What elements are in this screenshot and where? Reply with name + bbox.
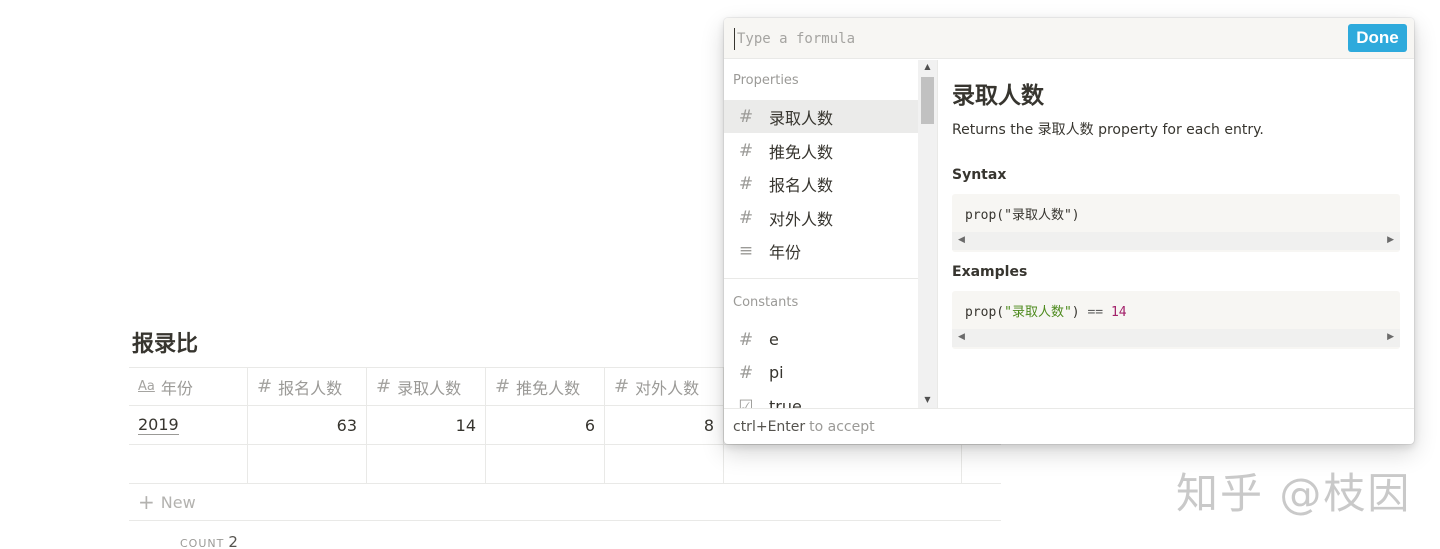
list-item-constant[interactable]: ☑ true	[724, 390, 918, 409]
cell-exempted[interactable]: 6	[486, 406, 605, 444]
list-item-label: 报名人数	[769, 175, 834, 195]
number-icon: #	[738, 207, 754, 228]
scroll-right-arrow-icon[interactable]: ▶	[1387, 332, 1394, 342]
cell-year[interactable]	[129, 445, 248, 483]
shortcut-keys: ctrl+Enter	[733, 418, 806, 435]
column-header-external[interactable]: # 对外人数	[605, 368, 724, 405]
number-icon: #	[376, 376, 392, 397]
cell-formula[interactable]	[724, 445, 962, 483]
add-row-label: New	[160, 492, 196, 512]
scroll-up-arrow-icon[interactable]: ▲	[918, 60, 937, 74]
formula-editor-popup: Done Properties # 录取人数 # 推免人数 # 报名人数 # 对…	[724, 18, 1414, 444]
cell-applicants[interactable]	[248, 445, 367, 483]
syntax-heading: Syntax	[952, 167, 1007, 183]
scroll-left-arrow-icon[interactable]: ◀	[958, 235, 965, 245]
checkbox-icon: ☑	[738, 396, 754, 409]
shortcut-text: to accept	[809, 418, 875, 435]
list-item-constant[interactable]: # pi	[724, 356, 918, 389]
count-label: COUNT	[180, 537, 225, 549]
number-icon: #	[738, 329, 754, 350]
formula-detail-pane: 录取人数 Returns the 录取人数 property for each …	[939, 60, 1414, 408]
column-header-year[interactable]: Aa 年份	[129, 368, 248, 405]
cell-exempted[interactable]	[486, 445, 605, 483]
examples-heading: Examples	[952, 264, 1028, 280]
formula-input[interactable]	[734, 28, 1334, 50]
list-scrollbar[interactable]: ▲ ▼	[918, 60, 937, 408]
number-icon: #	[738, 140, 754, 161]
syntax-code-block: prop("录取人数") ◀ ▶	[952, 194, 1400, 252]
number-icon: #	[738, 362, 754, 383]
column-header-label: 录取人数	[397, 378, 462, 398]
detail-description: Returns the 录取人数 property for each entry…	[952, 122, 1264, 138]
list-item-property[interactable]: # 对外人数	[724, 201, 918, 234]
list-item-property[interactable]: # 推免人数	[724, 134, 918, 167]
plus-icon: +	[138, 490, 155, 514]
column-header-applicants[interactable]: # 报名人数	[248, 368, 367, 405]
properties-section-label: Properties	[733, 73, 799, 88]
column-header-label: 对外人数	[635, 378, 700, 398]
text-lines-icon: ≡	[738, 240, 754, 261]
table-row[interactable]	[129, 445, 1001, 484]
list-divider	[724, 278, 918, 279]
scroll-left-arrow-icon[interactable]: ◀	[958, 332, 965, 342]
column-header-admitted[interactable]: # 录取人数	[367, 368, 486, 405]
list-item-label: 年份	[769, 242, 802, 262]
scroll-right-arrow-icon[interactable]: ▶	[1387, 235, 1394, 245]
example-code-block: prop("录取人数") == 14 ◀ ▶	[952, 291, 1400, 349]
number-icon: #	[738, 173, 754, 194]
example-code: prop("录取人数") == 14	[965, 305, 1127, 320]
column-header-label: 推免人数	[516, 378, 581, 398]
list-item-label: 对外人数	[769, 209, 834, 229]
list-item-label: 录取人数	[769, 108, 834, 128]
list-item-label: 推免人数	[769, 142, 834, 162]
scroll-thumb[interactable]	[921, 77, 934, 124]
list-item-property[interactable]: # 报名人数	[724, 167, 918, 200]
title-type-icon: Aa	[138, 379, 155, 394]
column-header-label: 年份	[160, 378, 193, 398]
list-item-property[interactable]: ≡ 年份	[724, 234, 918, 267]
number-icon: #	[614, 376, 630, 397]
list-item-label: true	[769, 397, 802, 408]
cell-admitted[interactable]	[367, 445, 486, 483]
count-value: 2	[228, 533, 238, 549]
done-button[interactable]: Done	[1348, 24, 1407, 52]
watermark-logo: 知乎 @枝因	[1176, 469, 1412, 518]
formula-suggestion-list: Properties # 录取人数 # 推免人数 # 报名人数 # 对外人数 ≡…	[724, 60, 938, 408]
list-item-property[interactable]: # 录取人数	[724, 100, 918, 133]
syntax-code: prop("录取人数")	[965, 208, 1080, 223]
cell-year[interactable]: 2019	[129, 406, 248, 444]
number-icon: #	[495, 376, 511, 397]
column-header-label: 报名人数	[278, 378, 343, 398]
cell-external[interactable]: 8	[605, 406, 724, 444]
cell-admitted[interactable]: 14	[367, 406, 486, 444]
list-item-label: pi	[769, 363, 784, 382]
formula-bar: Done	[724, 18, 1414, 59]
cell-applicants[interactable]: 63	[248, 406, 367, 444]
code-hscrollbar[interactable]: ◀ ▶	[952, 232, 1400, 250]
number-icon: #	[257, 376, 273, 397]
number-icon: #	[738, 106, 754, 127]
column-header-exempted[interactable]: # 推免人数	[486, 368, 605, 405]
detail-title: 录取人数	[952, 83, 1044, 109]
scroll-down-arrow-icon[interactable]: ▼	[918, 393, 937, 407]
add-row-button[interactable]: + New	[129, 484, 1001, 521]
database-title[interactable]: 报录比	[132, 326, 198, 358]
cell-external[interactable]	[605, 445, 724, 483]
list-item-label: e	[769, 330, 779, 349]
code-hscrollbar[interactable]: ◀ ▶	[952, 329, 1400, 347]
list-item-constant[interactable]: # e	[724, 323, 918, 356]
count-summary[interactable]: COUNT 2	[180, 533, 238, 549]
formula-footer-hint: ctrl+Enter to accept	[724, 408, 1414, 444]
constants-section-label: Constants	[733, 295, 799, 310]
